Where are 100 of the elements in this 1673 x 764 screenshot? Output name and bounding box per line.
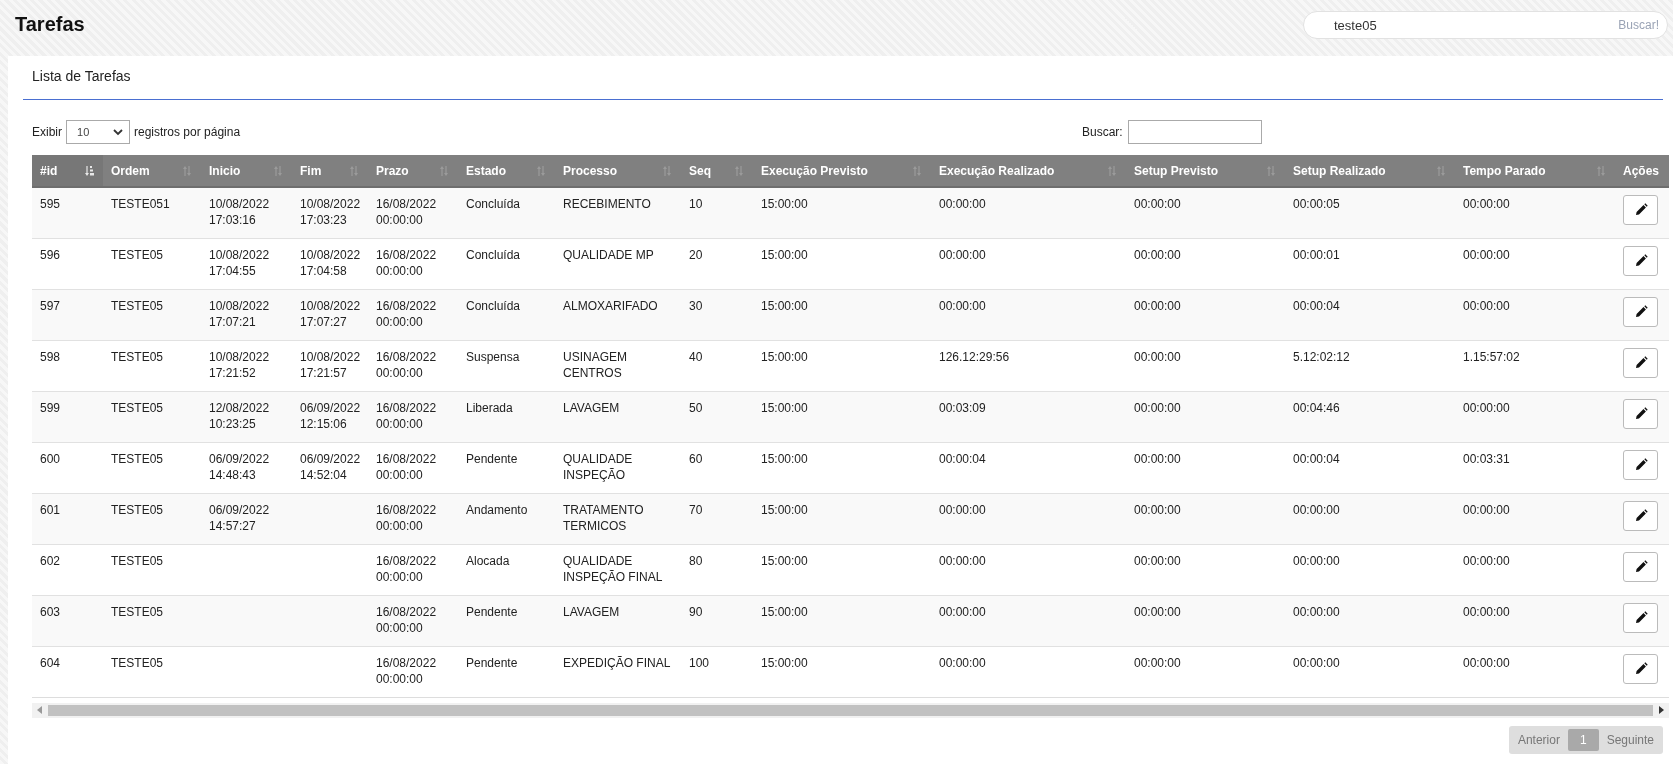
search-button[interactable]: Buscar! — [1618, 18, 1659, 32]
table-cell: 00:00:00 — [1463, 655, 1510, 670]
table-cell: 30 — [689, 298, 703, 313]
table-cell: TRATAMENTO TERMICOS — [563, 502, 644, 533]
column-header[interactable]: #id — [32, 155, 103, 187]
table-cell: RECEBIMENTO — [563, 197, 651, 211]
table-cell: TESTE05 — [111, 502, 164, 517]
table-cell: 00:03:09 — [939, 400, 986, 415]
table-cell: 10/08/2022 17:21:57 — [300, 349, 361, 380]
table-cell: 10/08/2022 17:03:16 — [209, 197, 270, 227]
column-header[interactable]: Prazo — [368, 155, 458, 187]
table-cell: 06/09/2022 14:52:04 — [300, 451, 361, 482]
horizontal-scrollbar[interactable] — [32, 702, 1669, 718]
panel-title: Lista de Tarefas — [31, 67, 132, 86]
table-cell: 00:00:00 — [1293, 604, 1340, 619]
table-cell: 00:00:04 — [1293, 298, 1340, 313]
table-cell: 15:00:00 — [761, 451, 808, 466]
column-header[interactable]: Seq — [681, 155, 753, 187]
table-cell: 00:00:00 — [1463, 604, 1510, 619]
table-cell: 12/08/2022 10:23:25 — [209, 400, 270, 431]
table-cell: 15:00:00 — [761, 349, 808, 364]
table-cell: 00:00:00 — [939, 298, 986, 313]
table-cell: 16/08/2022 00:00:00 — [376, 400, 437, 431]
table-cell: 10/08/2022 17:21:52 — [209, 349, 270, 380]
table-cell: 00:00:00 — [939, 604, 986, 619]
column-header: Ações — [1615, 155, 1669, 187]
table-cell: 1.15:57:02 — [1463, 349, 1520, 364]
edit-button[interactable] — [1623, 449, 1658, 480]
table-cell: QUALIDADE INSPEÇÃO — [563, 451, 633, 482]
table-cell: 00:00:00 — [939, 197, 986, 211]
table-cell: TESTE05 — [111, 298, 164, 313]
table-cell: 06/09/2022 14:57:27 — [209, 502, 270, 533]
table-cell: 15:00:00 — [761, 400, 808, 415]
table-cell: 10/08/2022 17:04:58 — [300, 247, 361, 278]
table-cell: 00:00:00 — [1463, 247, 1510, 262]
table-cell: 90 — [689, 604, 703, 619]
table-cell: Liberada — [466, 400, 513, 415]
column-header[interactable]: Setup Previsto — [1126, 155, 1285, 187]
column-header[interactable]: Tempo Parado — [1455, 155, 1615, 187]
table-cell: 06/09/2022 12:15:06 — [300, 400, 361, 431]
pencil-icon — [1633, 559, 1648, 574]
table-cell: 00:03:31 — [1463, 451, 1510, 466]
column-header[interactable]: Fim — [292, 155, 368, 187]
table-cell: Pendente — [466, 451, 518, 466]
table-cell: Andamento — [466, 502, 528, 517]
table-cell: QUALIDADE INSPEÇÃO FINAL — [563, 553, 663, 584]
column-header[interactable]: Setup Realizado — [1285, 155, 1455, 187]
filter-label: Buscar: — [1082, 125, 1123, 139]
table-cell: 00:00:00 — [1134, 655, 1181, 670]
scrollbar-thumb[interactable] — [48, 704, 1653, 716]
edit-button[interactable] — [1623, 296, 1658, 327]
column-header[interactable]: Ordem — [103, 155, 201, 187]
edit-button[interactable] — [1623, 653, 1658, 684]
table-cell: 16/08/2022 00:00:00 — [376, 553, 437, 584]
chevron-down-icon — [113, 128, 123, 136]
table-cell: 00:00:00 — [939, 502, 986, 517]
table-cell: 16/08/2022 00:00:00 — [376, 451, 437, 482]
table-cell: 00:00:00 — [1293, 553, 1340, 568]
table-cell: 15:00:00 — [761, 197, 808, 211]
table-cell: 00:00:00 — [1134, 553, 1181, 568]
sort-icon[interactable] — [83, 165, 95, 177]
column-header[interactable]: Processo — [555, 155, 681, 187]
table-cell: 00:00:05 — [1293, 197, 1340, 211]
table-cell: 00:00:00 — [1293, 655, 1340, 670]
table-cell: 16/08/2022 00:00:00 — [376, 349, 437, 380]
table-cell: 16/08/2022 00:00:00 — [376, 197, 437, 227]
table-cell: 16/08/2022 00:00:00 — [376, 604, 437, 635]
pencil-icon — [1633, 253, 1648, 268]
records-per-page-label: registros por página — [134, 125, 241, 139]
table-cell: 00:04:46 — [1293, 400, 1340, 415]
filter-input[interactable] — [1127, 120, 1262, 144]
column-header[interactable]: Execução Realizado — [931, 155, 1126, 187]
column-header[interactable]: Estado — [458, 155, 555, 187]
search-field[interactable]: teste05 Buscar! — [1303, 11, 1668, 39]
edit-button[interactable] — [1623, 602, 1658, 633]
edit-button[interactable] — [1623, 245, 1658, 276]
page-number-button[interactable]: 1 — [1567, 728, 1599, 751]
table-cell: 00:00:04 — [939, 451, 986, 466]
table-cell: USINAGEM CENTROS — [563, 349, 627, 380]
table-cell: TESTE05 — [111, 655, 164, 670]
table-cell: 80 — [689, 553, 703, 568]
table-cell: 16/08/2022 00:00:00 — [376, 247, 437, 278]
table-cell: 15:00:00 — [761, 553, 808, 568]
edit-button[interactable] — [1623, 347, 1658, 378]
table-cell: 15:00:00 — [761, 247, 808, 262]
page-size-select[interactable]: 10 — [66, 120, 130, 144]
table-cell: 603 — [40, 604, 61, 619]
table-cell: Concluída — [466, 247, 521, 262]
table-cell: 00:00:00 — [1134, 400, 1181, 415]
edit-button[interactable] — [1623, 398, 1658, 429]
column-header[interactable]: Inicio — [201, 155, 292, 187]
edit-button[interactable] — [1623, 551, 1658, 582]
table-cell: 50 — [689, 400, 703, 415]
edit-button[interactable] — [1623, 500, 1658, 531]
table-cell: 599 — [40, 400, 61, 415]
table-cell: 5.12:02:12 — [1293, 349, 1350, 364]
column-header[interactable]: Execução Previsto — [753, 155, 931, 187]
pencil-icon — [1633, 304, 1648, 319]
edit-button[interactable] — [1623, 195, 1658, 225]
table-cell: 10 — [689, 197, 703, 211]
